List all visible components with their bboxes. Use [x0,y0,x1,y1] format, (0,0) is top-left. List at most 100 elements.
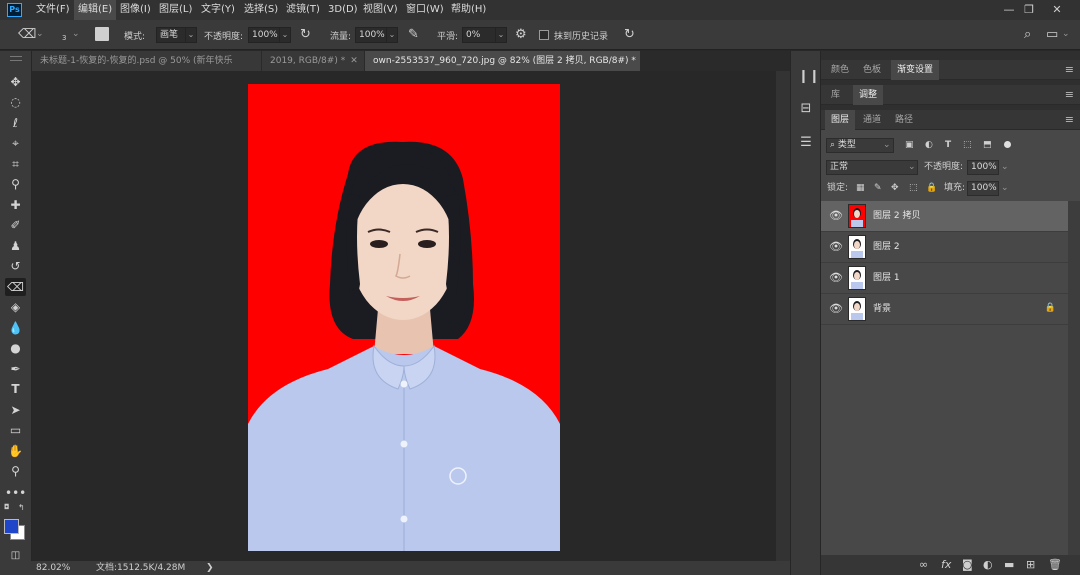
flow-input[interactable]: 100% [355,27,387,43]
menu-image[interactable]: 图像(I) [120,0,151,20]
panel-menu-icon[interactable]: ≡ [1065,60,1074,80]
layer-mask-icon[interactable]: ◙ [962,557,973,573]
brush-chevron-down-icon[interactable]: ⌄ [72,29,80,39]
dodge-tool-icon[interactable]: ● [5,339,26,357]
tab-document-2[interactable]: 2019, RGB/8#) * ✕ [262,51,365,71]
smoothing-input[interactable]: 0% [462,27,496,43]
menu-window[interactable]: 窗口(W) [406,0,444,20]
status-arrow-icon[interactable]: ❯ [206,561,214,575]
zoom-level[interactable]: 82.02% [36,561,70,575]
properties-panel-icon[interactable]: ⊟ [798,101,814,117]
opacity-input[interactable]: 100% [248,27,280,43]
lasso-tool-icon[interactable]: ℓ [5,114,26,132]
blur-tool-icon[interactable]: 💧 [5,319,26,337]
tab-document-3[interactable]: own-2553537_960_720.jpg @ 82% (图层 2 拷贝, … [365,51,641,71]
fill-input[interactable]: 100% [967,181,999,196]
tool-preset-chevron-down-icon[interactable]: ⌄ [36,29,44,39]
airbrush-icon[interactable]: ✎ [408,26,419,44]
eraser-icon[interactable]: ⌫ [18,26,36,44]
tab-layers[interactable]: 图层 [825,110,856,130]
eye-icon[interactable]: 👁 [829,303,843,315]
layer-style-icon[interactable]: fx [941,557,951,573]
history-panel-icon[interactable]: ❙❙ [798,69,820,85]
lock-paint-icon[interactable]: ✎ [874,181,882,196]
layer-lock-icon[interactable]: 🔒 [1045,303,1056,313]
tab-close-icon[interactable]: ✕ [350,56,358,66]
gear-icon[interactable]: ⚙ [515,26,527,44]
type-tool-icon[interactable]: T [5,380,26,398]
brush-tool-icon[interactable]: ✐ [5,216,26,234]
tab-paths[interactable]: 路径 [889,110,919,130]
tab-channels[interactable]: 通道 [857,110,887,130]
menu-view[interactable]: 视图(V) [363,0,398,20]
menu-type[interactable]: 文字(Y) [201,0,235,20]
erase-to-history-checkbox[interactable] [539,30,549,40]
delete-layer-icon[interactable]: 🗑 [1048,557,1062,573]
menu-filter[interactable]: 滤镜(T) [286,0,320,20]
vertical-scrollbar[interactable] [776,71,790,561]
mode-chevron-down-icon[interactable]: ⌄ [185,27,197,43]
marquee-tool-icon[interactable]: ◌ [5,93,26,111]
lock-transparent-icon[interactable]: ▦ [856,181,865,196]
panel-menu-icon[interactable]: ≡ [1065,85,1074,105]
adjustment-layer-icon[interactable]: ◐ [983,557,993,573]
zoom-tool-icon[interactable]: ⚲ [5,462,26,480]
lock-position-icon[interactable]: ✥ [891,181,899,196]
eye-icon[interactable]: 👁 [829,272,843,284]
search-icon[interactable]: ⌕ [1024,26,1031,44]
filter-adjustment-icon[interactable]: ◐ [925,138,933,153]
workspace-chevron-down-icon[interactable]: ⌄ [1062,29,1070,39]
history-brush-tool-icon[interactable]: ↺ [5,257,26,275]
clone-stamp-tool-icon[interactable]: ♟ [5,237,26,255]
lock-all-icon[interactable]: 🔒 [926,181,937,196]
menu-3d[interactable]: 3D(D) [328,0,358,20]
eyedropper-tool-icon[interactable]: ⚲ [5,175,26,193]
menu-edit[interactable]: 编辑(E) [74,0,117,20]
menu-file[interactable]: 文件(F) [36,0,70,20]
panel-menu-icon[interactable]: ≡ [1065,110,1074,130]
adjust-panel-icon[interactable]: ☰ [798,135,814,151]
tab-gradients[interactable]: 渐变设置 [891,60,940,80]
crop-tool-icon[interactable]: ⌗ [5,155,26,173]
tab-libraries[interactable]: 库 [825,85,846,105]
filter-type-icon[interactable]: T [945,138,951,153]
layers-scrollbar[interactable] [1068,201,1080,555]
tab-adjustments[interactable]: 调整 [853,85,884,105]
pen-tool-icon[interactable]: ✒ [5,360,26,378]
tab-swatches[interactable]: 色板 [857,60,887,80]
layer-row[interactable]: 👁 图层 1 [821,263,1068,294]
flow-chevron-down-icon[interactable]: ⌄ [386,27,398,43]
close-button[interactable]: ✕ [1046,0,1068,20]
menu-layer[interactable]: 图层(L) [159,0,192,20]
filter-chevron-down-icon[interactable]: ⌄ [883,138,891,153]
brush-panel-icon[interactable] [95,27,109,41]
pressure-size-icon[interactable]: ↻ [624,26,635,44]
eraser-tool-icon[interactable]: ⌫ [5,278,26,296]
menu-help[interactable]: 帮助(H) [451,0,486,20]
filter-shape-icon[interactable]: ⬚ [963,138,972,153]
tab-document-1[interactable]: 未标题-1-恢复的-恢复的.psd @ 50% (新年快乐 [32,51,262,71]
tab-color[interactable]: 颜色 [825,60,855,80]
document-canvas-photo[interactable] [248,84,560,551]
new-layer-icon[interactable]: ⊞ [1026,557,1035,573]
swap-colors-icon[interactable]: ↰ [18,503,25,512]
layer-row[interactable]: 👁 图层 2 拷贝 [821,201,1068,232]
minimize-button[interactable]: — [998,0,1020,20]
menu-select[interactable]: 选择(S) [244,0,278,20]
filter-toggle-icon[interactable] [1004,141,1011,148]
fill-chevron-down-icon[interactable]: ⌄ [1001,181,1009,196]
foreground-color-swatch[interactable] [4,519,19,534]
more-tools-icon[interactable]: ••• [5,484,26,502]
workspace-icon[interactable]: ▭ [1046,26,1058,44]
filter-smart-object-icon[interactable]: ⬒ [983,138,992,153]
healing-brush-tool-icon[interactable]: ✚ [5,196,26,214]
quick-select-tool-icon[interactable]: ⌖ [5,134,26,152]
layer-opacity-chevron-down-icon[interactable]: ⌄ [1001,160,1009,175]
blend-chevron-down-icon[interactable]: ⌄ [908,160,916,175]
lock-artboard-icon[interactable]: ⬚ [909,181,918,196]
link-layers-icon[interactable]: ∞ [919,557,928,573]
filter-pixel-icon[interactable]: ▣ [905,138,914,153]
group-folder-icon[interactable]: ▬ [1004,557,1014,573]
hand-tool-icon[interactable]: ✋ [5,442,26,460]
opacity-chevron-down-icon[interactable]: ⌄ [279,27,291,43]
